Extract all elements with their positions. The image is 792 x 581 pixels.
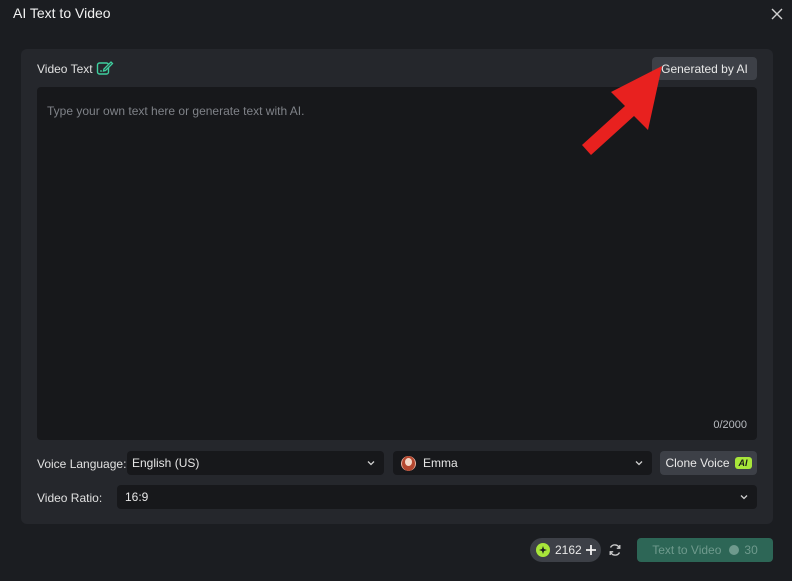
clone-voice-label: Clone Voice — [665, 456, 730, 470]
chevron-down-icon — [740, 495, 748, 500]
video-ratio-value: 16:9 — [125, 490, 149, 504]
window-title: AI Text to Video — [13, 5, 111, 21]
clone-voice-button[interactable]: Clone Voice AI — [660, 451, 757, 475]
edit-icon[interactable] — [96, 60, 114, 76]
credits-badge[interactable]: 2162 — [530, 538, 601, 562]
coin-icon — [536, 543, 550, 557]
video-ratio-label: Video Ratio: — [37, 491, 103, 505]
avatar — [401, 455, 416, 471]
coin-icon — [729, 545, 740, 555]
plus-icon[interactable] — [585, 544, 597, 556]
close-icon[interactable] — [768, 5, 786, 23]
voice-language-value: English (US) — [132, 456, 200, 470]
ai-badge: AI — [734, 457, 752, 469]
video-ratio-dropdown[interactable]: 16:9 — [117, 485, 757, 509]
text-to-video-label: Text to Video — [652, 543, 722, 557]
voice-name: Emma — [423, 456, 458, 470]
voice-dropdown[interactable]: Emma — [393, 451, 652, 475]
chevron-down-icon — [635, 461, 643, 466]
text-to-video-button[interactable]: Text to Video 30 — [637, 538, 773, 562]
chevron-down-icon — [367, 461, 375, 466]
voice-language-label: Voice Language: — [37, 457, 127, 471]
text-to-video-cost: 30 — [744, 543, 758, 557]
credits-count: 2162 — [555, 543, 582, 557]
video-text-label: Video Text — [37, 62, 93, 76]
refresh-icon[interactable] — [607, 542, 623, 558]
character-counter: 0/2000 — [713, 419, 747, 431]
video-text-placeholder: Type your own text here or generate text… — [47, 104, 305, 118]
arrow-annotation — [582, 66, 662, 155]
voice-language-dropdown[interactable]: English (US) — [127, 451, 384, 475]
generated-by-ai-button[interactable]: Generated by AI — [652, 57, 757, 80]
